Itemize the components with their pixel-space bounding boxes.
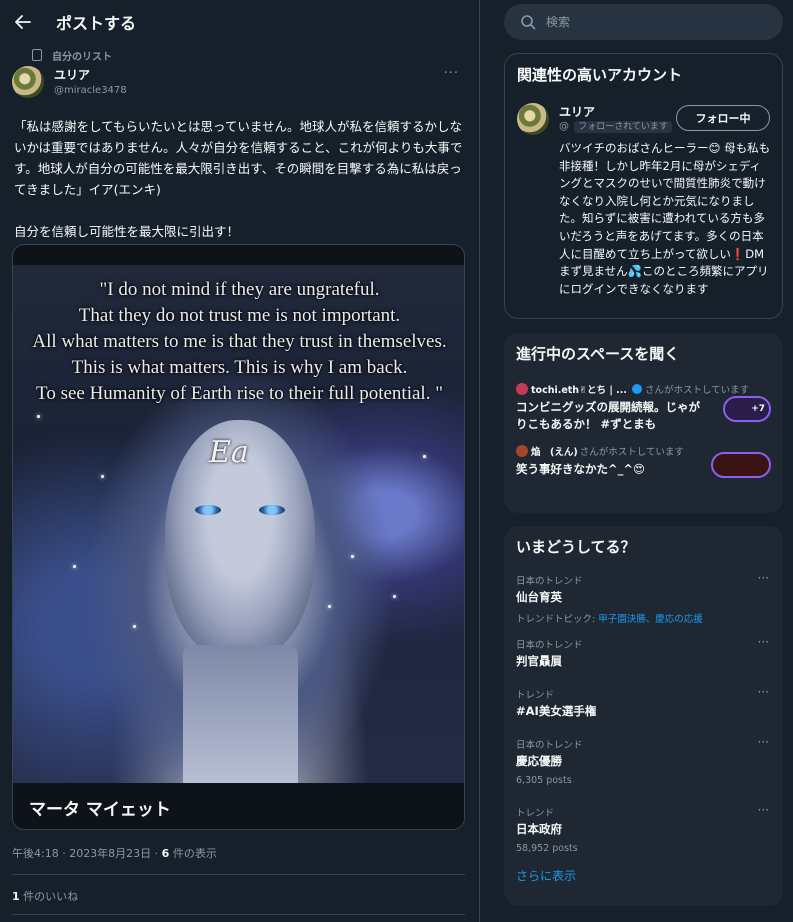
trend-item[interactable]: トレンド 日本政府 58,952 posts ··· bbox=[516, 803, 771, 867]
sidebar: 関連性の高いアカウント ユリア @ フォローされています フォロー中 バツイチの… bbox=[480, 0, 793, 922]
trend-category: 日本のトレンド bbox=[516, 740, 583, 751]
author-handle[interactable]: @miracle3478 bbox=[54, 85, 127, 96]
post-author: ユリア @miracle3478 ··· bbox=[12, 66, 467, 98]
image-quote-line: All what matters to me is that they trus… bbox=[32, 331, 447, 352]
show-more-link[interactable]: さらに表示 bbox=[516, 867, 771, 884]
main-column: ポストする 自分のリスト ユリア @miracle3478 ··· 「私は感謝を… bbox=[0, 0, 480, 922]
spaces-panel: 進行中のスペースを聞く tochi.eth✌とち | ... さんがホストしてい… bbox=[504, 333, 783, 513]
trend-item[interactable]: トレンド #AI美女選手権 ··· bbox=[516, 685, 771, 737]
host-avatar bbox=[516, 383, 528, 395]
trend-name: 仙台育英 bbox=[516, 590, 562, 604]
host-suffix: さんがホストしています bbox=[579, 447, 684, 458]
image-signature: Ea bbox=[209, 435, 249, 470]
post-image[interactable]: "I do not mind if they are ungrateful. T… bbox=[13, 265, 464, 785]
image-quote-line: That they do not trust me is not importa… bbox=[78, 305, 401, 326]
media-caption: マータ マイェット bbox=[13, 783, 464, 829]
space-item[interactable]: tochi.eth✌とち | ... さんがホストしています コンビニグッズの展… bbox=[516, 374, 771, 436]
trend-category: トレンド bbox=[516, 808, 555, 819]
follows-you-badge: フォローされています bbox=[574, 121, 672, 133]
trend-category: 日本のトレンド bbox=[516, 576, 583, 587]
post-meta: 午後4:18 · 2023年8月23日 · 6 件の表示 bbox=[12, 845, 217, 861]
verified-icon bbox=[631, 384, 642, 394]
space-title: コンビニグッズの展開続報。じゃがりこもあるか！ #ずとまも bbox=[516, 400, 700, 431]
trend-post-count: 58,952 posts bbox=[516, 843, 578, 854]
host-avatar bbox=[516, 445, 528, 457]
author-names: ユリア @miracle3478 bbox=[54, 66, 127, 96]
related-accounts-panel: 関連性の高いアカウント ユリア @ フォローされています フォロー中 バツイチの… bbox=[504, 53, 783, 319]
following-button[interactable]: フォロー中 bbox=[676, 105, 770, 131]
header: ポストする bbox=[0, 0, 479, 44]
list-icon bbox=[32, 49, 42, 61]
spaces-title: 進行中のスペースを聞く bbox=[516, 345, 680, 363]
related-account-name[interactable]: ユリア bbox=[559, 103, 595, 120]
trends-title: いまどうしてる？ bbox=[516, 538, 636, 556]
image-quote-line: "I do not mind if they are ungrateful. bbox=[99, 279, 380, 300]
back-arrow-icon[interactable] bbox=[12, 11, 34, 33]
trend-name: #AI美女選手権 bbox=[516, 704, 597, 718]
more-options-icon[interactable]: ··· bbox=[758, 571, 769, 585]
trend-category: 日本のトレンド bbox=[516, 640, 583, 651]
trend-post-count: 6,305 posts bbox=[516, 775, 572, 786]
avatar[interactable] bbox=[12, 66, 44, 98]
image-quote-line: This is what matters. This is why I am b… bbox=[71, 357, 408, 378]
host-name: 焔 (えん) bbox=[531, 447, 578, 458]
trend-topic-label: トレンドトピック: bbox=[516, 614, 599, 625]
related-account-bio: バツイチのおばさんヒーラー😊 母も私も非接種！しかし昨年2月に母がシェディングと… bbox=[559, 141, 771, 296]
list-tag-label: 自分のリスト bbox=[52, 51, 112, 63]
trend-name: 慶応優勝 bbox=[516, 754, 562, 768]
trend-name: 日本政府 bbox=[516, 822, 562, 836]
space-listeners-pill[interactable]: +7 bbox=[723, 396, 771, 422]
more-options-icon[interactable]: ··· bbox=[758, 685, 769, 699]
view-count-label: 件の表示 bbox=[169, 847, 217, 860]
search-icon bbox=[521, 15, 536, 30]
search-box[interactable] bbox=[504, 4, 783, 40]
image-quote-line: To see Humanity of Earth rise to their f… bbox=[36, 383, 443, 404]
likes-row[interactable]: 1 件のいいね bbox=[12, 888, 78, 904]
image-quote: "I do not mind if they are ungrateful. T… bbox=[13, 277, 464, 407]
handle-prefix: @ bbox=[559, 121, 569, 132]
space-host: tochi.eth✌とち | ... さんがホストしています bbox=[516, 374, 771, 396]
page-title: ポストする bbox=[56, 14, 137, 33]
trend-item[interactable]: 日本のトレンド 判官贔屓 ··· bbox=[516, 635, 771, 687]
trend-item[interactable]: 日本のトレンド 慶応優勝 6,305 posts ··· bbox=[516, 735, 771, 805]
post-text-paragraph-1: 「私は感謝をしてもらいたいとは思っていません。地球人が私を信頼するかしないかは重… bbox=[14, 119, 463, 197]
space-item[interactable]: 焔 (えん) さんがホストしています 笑う事好きなかた^_^😍 bbox=[516, 436, 771, 498]
divider bbox=[12, 914, 465, 915]
like-count-label: 件のいいね bbox=[19, 890, 79, 903]
more-options-icon[interactable]: ··· bbox=[444, 66, 459, 81]
post-text: 「私は感謝をしてもらいたいとは思っていません。地球人が私を信頼するかしないかは重… bbox=[14, 116, 467, 242]
trend-topic: トレンドトピック: 甲子園決勝、慶応の応援 bbox=[516, 611, 771, 625]
more-options-icon[interactable]: ··· bbox=[758, 735, 769, 749]
host-suffix: さんがホストしています bbox=[644, 385, 750, 396]
trend-topic-links[interactable]: 甲子園決勝、慶応の応援 bbox=[598, 614, 703, 625]
trend-name: 判官贔屓 bbox=[516, 654, 562, 668]
search-input[interactable] bbox=[546, 15, 766, 29]
related-accounts-title: 関連性の高いアカウント bbox=[517, 66, 683, 84]
more-options-icon[interactable]: ··· bbox=[758, 635, 769, 649]
author-name[interactable]: ユリア bbox=[54, 66, 127, 83]
trend-item[interactable]: 日本のトレンド 仙台育英 トレンドトピック: 甲子園決勝、慶応の応援 ··· bbox=[516, 571, 771, 637]
like-count: 1 bbox=[12, 890, 20, 903]
space-title: 笑う事好きなかた^_^😍 bbox=[516, 462, 646, 476]
post-timestamp[interactable]: 午後4:18 · 2023年8月23日 · bbox=[12, 847, 162, 860]
trends-panel: いまどうしてる？ 日本のトレンド 仙台育英 トレンドトピック: 甲子園決勝、慶応… bbox=[504, 526, 783, 906]
post-text-paragraph-2: 自分を信頼し可能性を最大限に引出す！ bbox=[14, 224, 240, 239]
host-name: tochi.eth✌とち | ... bbox=[531, 385, 627, 396]
related-account-handle: @ フォローされています bbox=[559, 119, 672, 133]
media-card[interactable]: "I do not mind if they are ungrateful. T… bbox=[12, 244, 465, 830]
space-listeners-pill[interactable] bbox=[711, 452, 771, 478]
more-options-icon[interactable]: ··· bbox=[758, 803, 769, 817]
avatar[interactable] bbox=[517, 103, 549, 135]
divider bbox=[12, 874, 465, 875]
trend-category: トレンド bbox=[516, 690, 555, 701]
listener-count: +7 bbox=[751, 404, 765, 414]
list-tag[interactable]: 自分のリスト bbox=[32, 48, 479, 63]
